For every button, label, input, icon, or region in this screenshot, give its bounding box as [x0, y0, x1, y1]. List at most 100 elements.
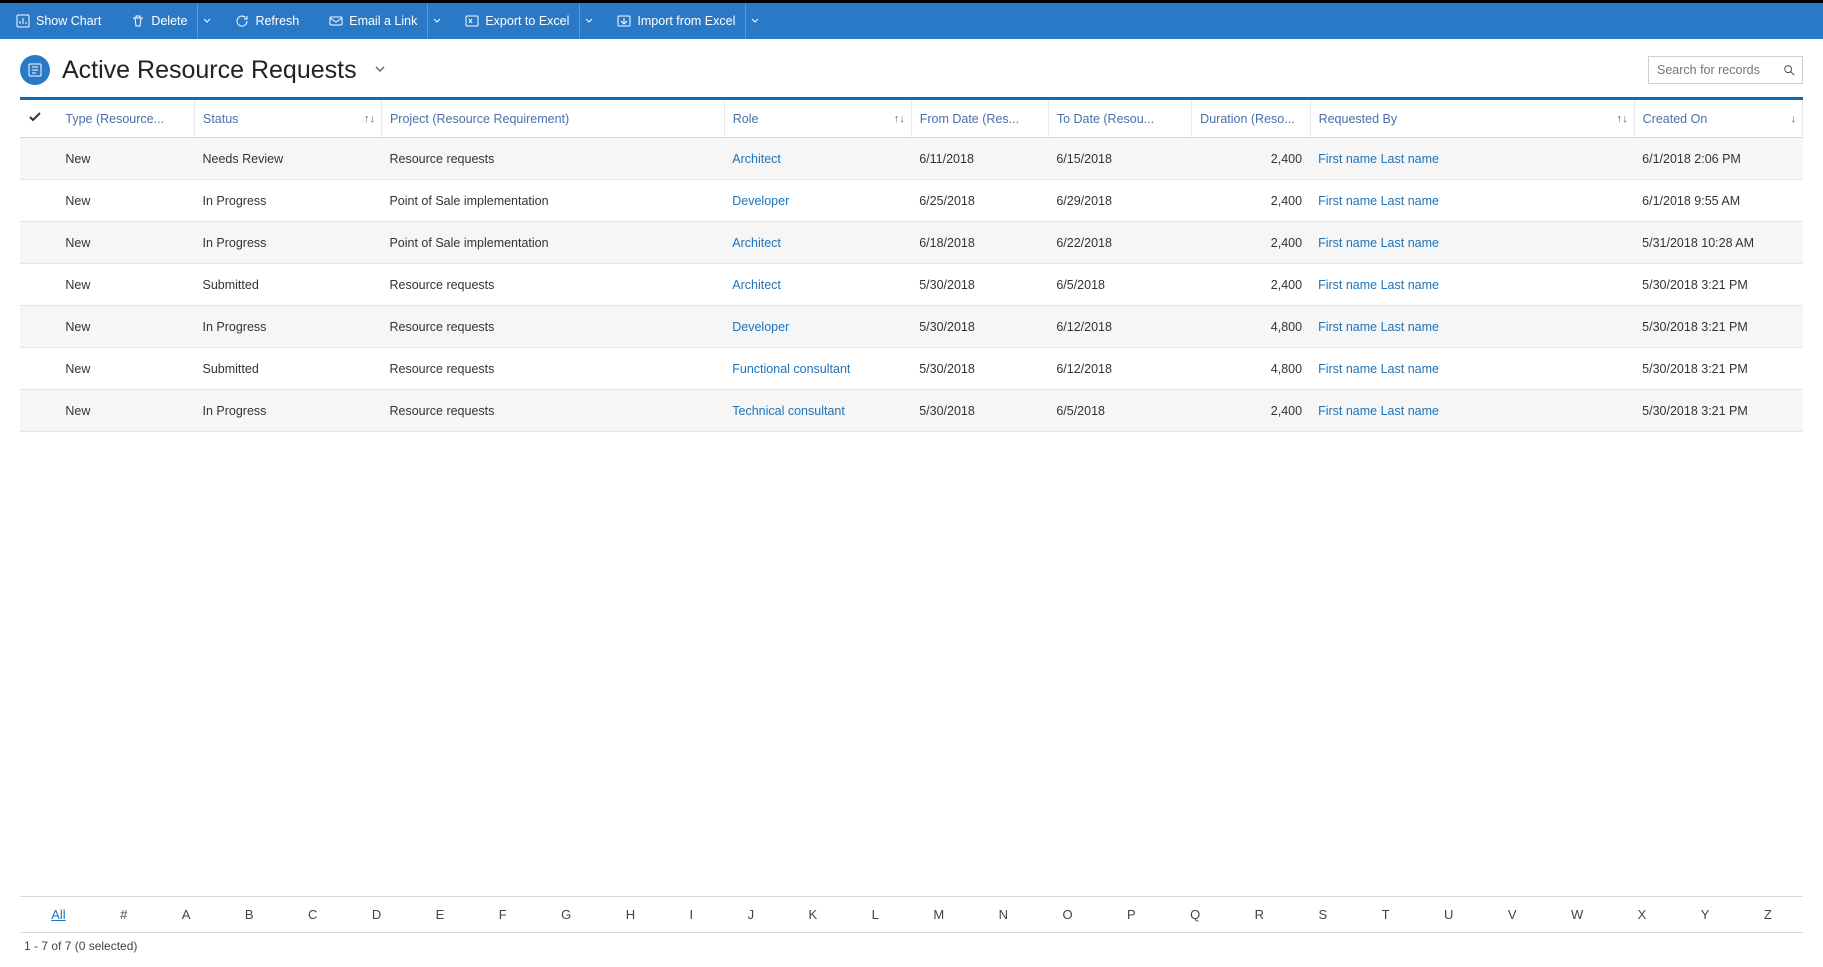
alpha-filter-e[interactable]: E [408, 907, 471, 922]
alpha-filter-l[interactable]: L [844, 907, 906, 922]
alpha-filter-m[interactable]: M [906, 907, 971, 922]
row-selector[interactable] [20, 390, 57, 432]
alpha-filter-all[interactable]: All [24, 907, 93, 922]
cell-role[interactable]: Functional consultant [724, 348, 911, 390]
alpha-filter-j[interactable]: J [720, 907, 781, 922]
cell-from-date: 6/11/2018 [911, 138, 1048, 180]
export-excel-button[interactable]: Export to Excel [455, 3, 579, 39]
alpha-filter-t[interactable]: T [1354, 907, 1416, 922]
cell-role[interactable]: Technical consultant [724, 390, 911, 432]
col-status[interactable]: Status↑↓ [195, 100, 382, 138]
requested-by-link[interactable]: First name Last name [1318, 362, 1439, 376]
table-row[interactable]: NewIn ProgressResource requestsTechnical… [20, 390, 1803, 432]
alpha-filter-y[interactable]: Y [1674, 907, 1737, 922]
requested-by-link[interactable]: First name Last name [1318, 404, 1439, 418]
alpha-filter-b[interactable]: B [218, 907, 281, 922]
alpha-filter-n[interactable]: N [971, 907, 1035, 922]
alpha-filter-f[interactable]: F [472, 907, 534, 922]
cell-role[interactable]: Architect [724, 222, 911, 264]
role-link[interactable]: Architect [732, 152, 781, 166]
col-role[interactable]: Role↑↓ [724, 100, 911, 138]
select-all-header[interactable] [20, 100, 57, 138]
alpha-filter-v[interactable]: V [1481, 907, 1544, 922]
table-row[interactable]: NewNeeds ReviewResource requestsArchitec… [20, 138, 1803, 180]
row-selector[interactable] [20, 180, 57, 222]
excel-icon [465, 14, 479, 28]
table-row[interactable]: NewSubmittedResource requestsArchitect5/… [20, 264, 1803, 306]
role-link[interactable]: Developer [732, 320, 789, 334]
role-link[interactable]: Technical consultant [732, 404, 845, 418]
email-link-dropdown[interactable] [427, 3, 445, 39]
search-button[interactable] [1777, 58, 1801, 82]
email-link-button[interactable]: Email a Link [319, 3, 427, 39]
cell-duration: 4,800 [1192, 348, 1310, 390]
col-type[interactable]: Type (Resource... [57, 100, 194, 138]
cell-requested-by[interactable]: First name Last name [1310, 264, 1634, 306]
cell-duration: 2,400 [1192, 180, 1310, 222]
cell-role[interactable]: Architect [724, 264, 911, 306]
cell-type: New [57, 264, 194, 306]
row-selector[interactable] [20, 222, 57, 264]
row-selector[interactable] [20, 138, 57, 180]
table-row[interactable]: NewIn ProgressPoint of Sale implementati… [20, 180, 1803, 222]
cell-requested-by[interactable]: First name Last name [1310, 222, 1634, 264]
alpha-filter-k[interactable]: K [781, 907, 844, 922]
view-selector-dropdown[interactable] [373, 62, 387, 79]
show-chart-button[interactable]: Show Chart [6, 3, 111, 39]
alpha-filter-o[interactable]: O [1035, 907, 1100, 922]
chevron-down-icon [202, 16, 212, 26]
cell-role[interactable]: Developer [724, 306, 911, 348]
col-project[interactable]: Project (Resource Requirement) [381, 100, 724, 138]
row-selector[interactable] [20, 264, 57, 306]
cell-requested-by[interactable]: First name Last name [1310, 306, 1634, 348]
alpha-filter-c[interactable]: C [281, 907, 345, 922]
cell-requested-by[interactable]: First name Last name [1310, 138, 1634, 180]
alpha-filter-a[interactable]: A [155, 907, 218, 922]
cell-role[interactable]: Architect [724, 138, 911, 180]
delete-button[interactable]: Delete [121, 3, 197, 39]
chevron-down-icon [432, 16, 442, 26]
cell-requested-by[interactable]: First name Last name [1310, 180, 1634, 222]
requested-by-link[interactable]: First name Last name [1318, 194, 1439, 208]
table-row[interactable]: NewIn ProgressResource requestsDeveloper… [20, 306, 1803, 348]
refresh-button[interactable]: Refresh [225, 3, 309, 39]
table-row[interactable]: NewSubmittedResource requestsFunctional … [20, 348, 1803, 390]
row-selector[interactable] [20, 306, 57, 348]
alpha-filter-r[interactable]: R [1227, 907, 1291, 922]
col-requested-by[interactable]: Requested By↑↓ [1310, 100, 1634, 138]
alpha-filter-g[interactable]: G [534, 907, 599, 922]
import-excel-dropdown[interactable] [745, 3, 763, 39]
alpha-filter-s[interactable]: S [1291, 907, 1354, 922]
export-excel-dropdown[interactable] [579, 3, 597, 39]
requested-by-link[interactable]: First name Last name [1318, 278, 1439, 292]
alpha-filter-h[interactable]: H [599, 907, 663, 922]
alpha-filter-#[interactable]: # [93, 907, 155, 922]
requested-by-link[interactable]: First name Last name [1318, 236, 1439, 250]
cell-requested-by[interactable]: First name Last name [1310, 390, 1634, 432]
col-created-on[interactable]: Created On↓ [1634, 100, 1802, 138]
cell-type: New [57, 138, 194, 180]
alpha-filter-i[interactable]: I [662, 907, 720, 922]
role-link[interactable]: Developer [732, 194, 789, 208]
alpha-filter-w[interactable]: W [1544, 907, 1611, 922]
role-link[interactable]: Architect [732, 278, 781, 292]
alpha-filter-q[interactable]: Q [1163, 907, 1228, 922]
alpha-filter-z[interactable]: Z [1737, 907, 1799, 922]
requested-by-link[interactable]: First name Last name [1318, 152, 1439, 166]
delete-dropdown[interactable] [197, 3, 215, 39]
cell-requested-by[interactable]: First name Last name [1310, 348, 1634, 390]
role-link[interactable]: Functional consultant [732, 362, 850, 376]
col-from-date[interactable]: From Date (Res... [911, 100, 1048, 138]
table-row[interactable]: NewIn ProgressPoint of Sale implementati… [20, 222, 1803, 264]
alpha-filter-u[interactable]: U [1417, 907, 1481, 922]
role-link[interactable]: Architect [732, 236, 781, 250]
cell-role[interactable]: Developer [724, 180, 911, 222]
alpha-filter-x[interactable]: X [1610, 907, 1673, 922]
row-selector[interactable] [20, 348, 57, 390]
alpha-filter-d[interactable]: D [345, 907, 409, 922]
import-excel-button[interactable]: Import from Excel [607, 3, 745, 39]
requested-by-link[interactable]: First name Last name [1318, 320, 1439, 334]
col-to-date[interactable]: To Date (Resou... [1048, 100, 1191, 138]
alpha-filter-p[interactable]: P [1100, 907, 1163, 922]
col-duration[interactable]: Duration (Reso... [1192, 100, 1310, 138]
